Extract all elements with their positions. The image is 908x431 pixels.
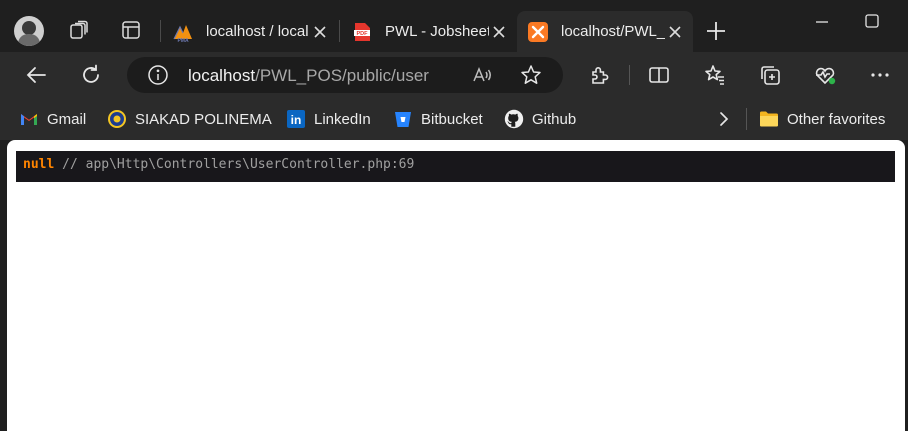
- linkedin-icon: in: [286, 109, 306, 129]
- tab-separator: [339, 20, 340, 42]
- url-path: /PWL_POS/public/user: [255, 66, 429, 85]
- close-tab-icon[interactable]: [665, 22, 685, 42]
- bookmark-linkedin[interactable]: in LinkedIn: [286, 108, 371, 130]
- refresh-icon[interactable]: [79, 63, 103, 87]
- bookmark-siakad-polinema[interactable]: SIAKAD POLINEMA: [107, 108, 272, 130]
- close-tab-icon[interactable]: [489, 22, 509, 42]
- browser-essentials-icon[interactable]: [813, 63, 837, 87]
- tab-title: localhost / local: [206, 23, 309, 40]
- phpmyadmin-icon: PMA: [172, 21, 194, 44]
- url-text: localhost/PWL_POS/public/user: [188, 66, 429, 86]
- tab-title: localhost/PWL_: [561, 23, 665, 40]
- bookmark-bitbucket[interactable]: Bitbucket: [393, 108, 483, 130]
- workspaces-icon[interactable]: [68, 19, 90, 41]
- bookmark-label: Other favorites: [787, 110, 886, 128]
- dump-value: null: [23, 157, 55, 172]
- tab-phpmyadmin[interactable]: PMA localhost / local: [162, 11, 338, 52]
- tab-strip: PMA localhost / local PDF PWL - Jobsheet: [0, 0, 908, 52]
- favorites-overflow-chevron-icon[interactable]: [716, 108, 732, 130]
- maximize-icon[interactable]: [862, 12, 882, 32]
- new-tab-icon[interactable]: [704, 19, 728, 43]
- bookmark-label: Bitbucket: [421, 110, 483, 128]
- dump-source-comment: // app\Http\Controllers\UserController.p…: [62, 157, 415, 172]
- tab-localhost-pwl[interactable]: localhost/PWL_: [517, 11, 693, 52]
- bookmark-label: SIAKAD POLINEMA: [135, 110, 272, 128]
- collections-icon[interactable]: [758, 63, 782, 87]
- gmail-icon: [19, 109, 39, 129]
- close-tab-icon[interactable]: [310, 22, 330, 42]
- favorites-bar: Gmail SIAKAD POLINEMA in LinkedIn Bitbuc…: [0, 98, 908, 140]
- split-screen-icon[interactable]: [647, 63, 671, 87]
- pdf-icon: PDF: [351, 21, 373, 43]
- back-icon[interactable]: [24, 63, 48, 87]
- bookmark-label: Github: [532, 110, 577, 128]
- tab-title: PWL - Jobsheet: [385, 23, 489, 40]
- settings-more-icon[interactable]: [868, 63, 892, 87]
- svg-text:PMA: PMA: [177, 38, 189, 43]
- xampp-icon: [527, 21, 549, 43]
- bookmark-label: LinkedIn: [314, 110, 371, 128]
- favorites-separator: [746, 108, 747, 130]
- minimize-icon[interactable]: [812, 12, 832, 32]
- bookmark-github[interactable]: Github: [504, 108, 576, 130]
- page-viewport: null // app\Http\Controllers\UserControl…: [7, 140, 905, 431]
- github-icon: [504, 109, 524, 129]
- address-bar[interactable]: localhost/PWL_POS/public/user: [127, 57, 563, 93]
- polinema-icon: [107, 109, 127, 129]
- bitbucket-icon: [393, 109, 413, 129]
- bookmark-gmail[interactable]: Gmail: [19, 108, 86, 130]
- bookmark-label: Gmail: [47, 110, 87, 128]
- add-favorite-icon[interactable]: [519, 63, 543, 87]
- tab-pdf-jobsheet[interactable]: PDF PWL - Jobsheet: [341, 11, 517, 52]
- folder-icon: [759, 109, 779, 129]
- toolbar-separator: [629, 65, 630, 85]
- extensions-icon[interactable]: [588, 63, 612, 87]
- svg-text:in: in: [291, 113, 302, 127]
- navigation-toolbar: localhost/PWL_POS/public/user: [0, 52, 908, 98]
- url-host: localhost: [188, 66, 256, 85]
- vertical-tabs-icon[interactable]: [120, 19, 142, 41]
- site-info-icon[interactable]: [147, 64, 169, 86]
- var-dump-output: null // app\Http\Controllers\UserControl…: [16, 151, 895, 182]
- bookmark-other-favorites[interactable]: Other favorites: [759, 108, 885, 130]
- read-aloud-icon[interactable]: [471, 64, 493, 86]
- tab-separator: [160, 20, 161, 42]
- profile-avatar[interactable]: [14, 16, 44, 46]
- svg-text:PDF: PDF: [357, 31, 369, 37]
- favorites-icon[interactable]: [703, 63, 727, 87]
